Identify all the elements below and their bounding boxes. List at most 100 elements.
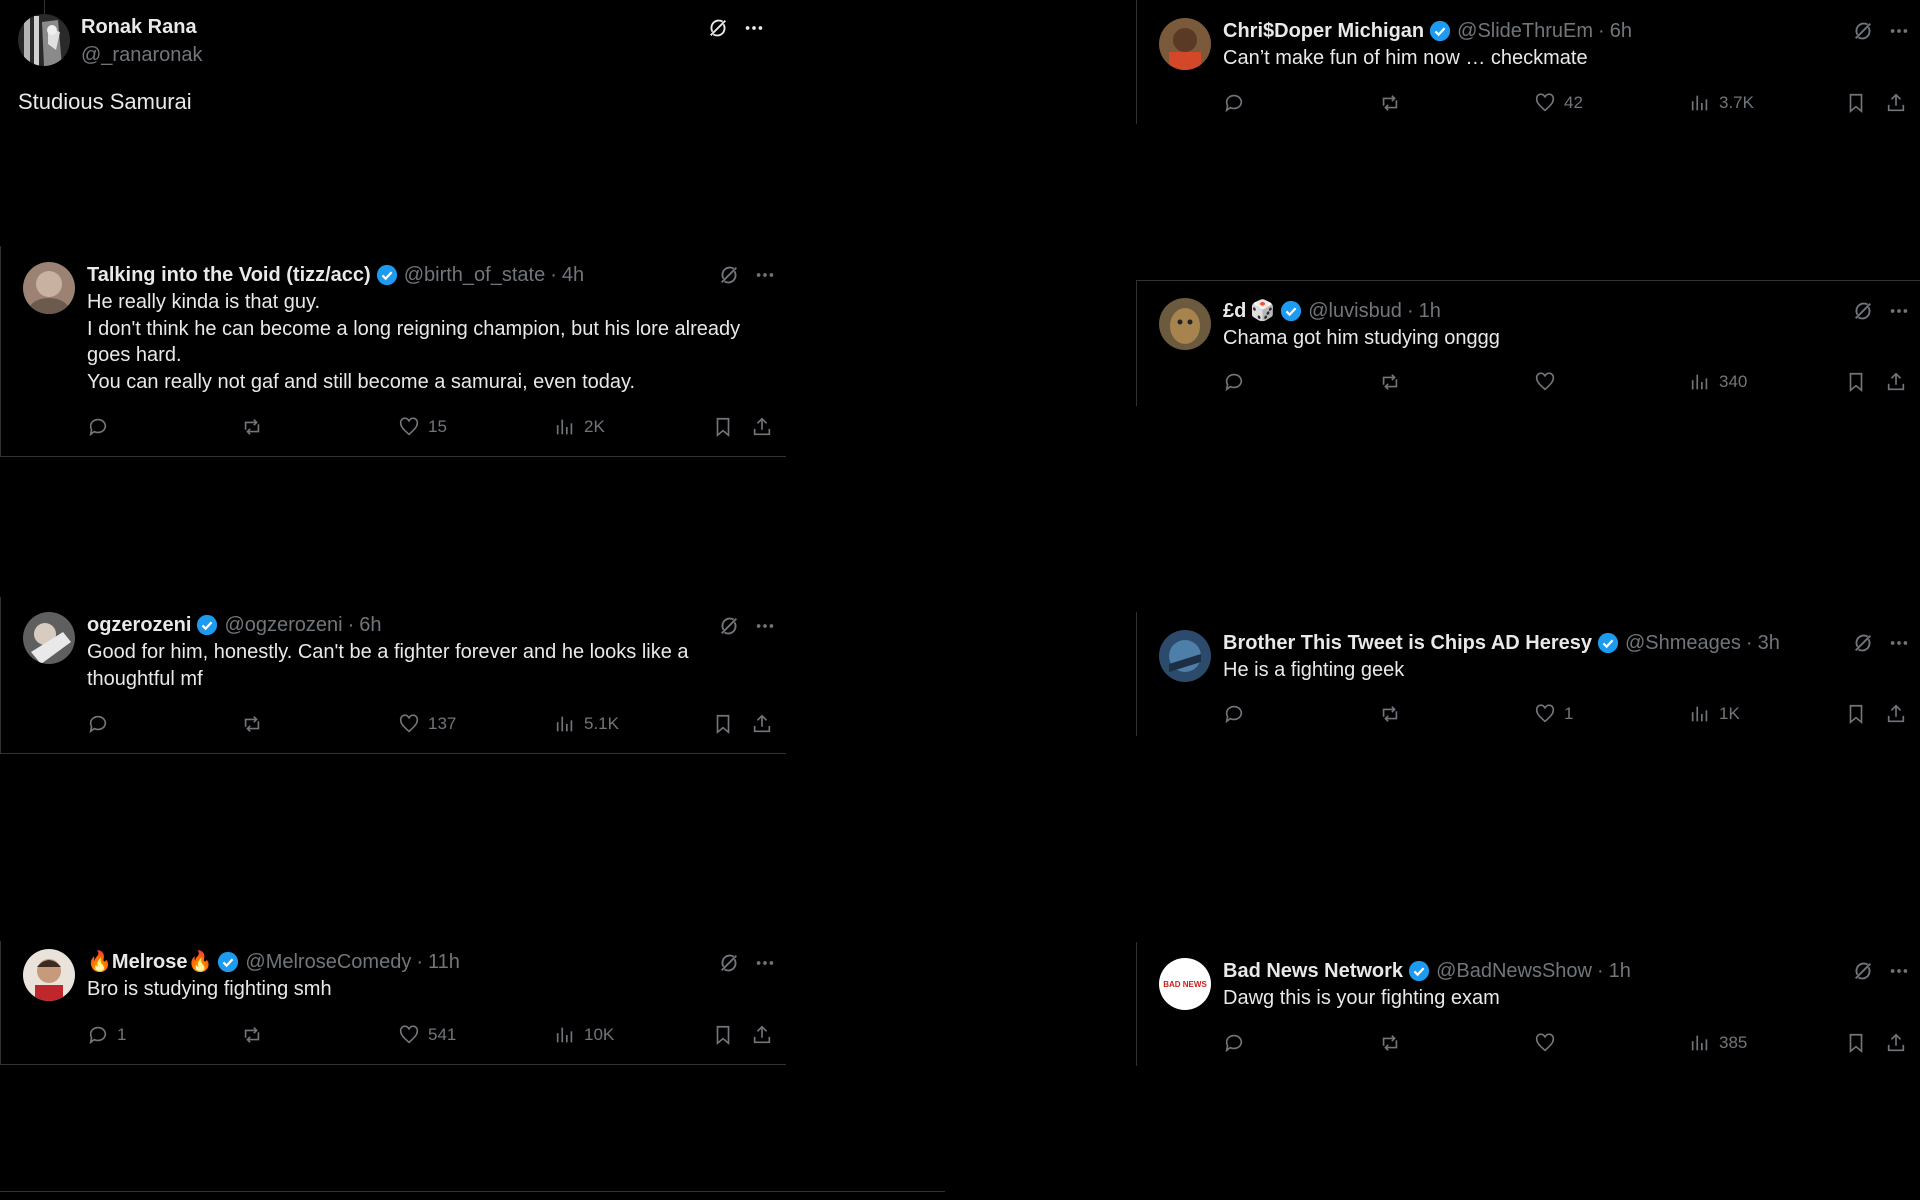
reply-button[interactable] [1223, 369, 1253, 395]
grok-icon[interactable] [1852, 960, 1874, 982]
author-handle[interactable]: @SlideThruEm [1457, 19, 1593, 43]
avatar[interactable] [23, 262, 75, 314]
more-icon[interactable] [754, 615, 776, 637]
reply-button[interactable] [87, 711, 117, 737]
bookmark-button[interactable] [1845, 701, 1867, 727]
grok-icon[interactable] [1852, 20, 1874, 42]
more-icon[interactable] [1888, 300, 1910, 322]
share-button[interactable] [751, 1022, 773, 1048]
bookmark-button[interactable] [712, 414, 734, 440]
avatar[interactable] [1159, 630, 1211, 682]
avatar[interactable] [23, 949, 75, 1001]
post-time[interactable]: 1h [1419, 299, 1441, 323]
repost-button[interactable] [1379, 90, 1409, 116]
share-button[interactable] [751, 711, 773, 737]
like-button[interactable]: 541 [398, 1022, 456, 1048]
action-bar: 340 [1223, 369, 1913, 395]
reply-tweet[interactable]: Talking into the Void (tizz/acc) @birth_… [0, 246, 786, 457]
bookmark-button[interactable] [1845, 369, 1867, 395]
reply-tweet[interactable]: Chri$Doper Michigan @SlideThruEm · 6h Ca… [1136, 0, 1920, 124]
reply-button[interactable]: 1 [87, 1022, 126, 1048]
more-icon[interactable] [743, 17, 765, 39]
reply-tweet[interactable]: ogzerozeni @ogzerozeni · 6h Good for him… [0, 597, 786, 754]
bookmark-button[interactable] [712, 711, 734, 737]
share-button[interactable] [1885, 701, 1907, 727]
views-button[interactable]: 3.7K [1689, 90, 1754, 116]
views-button[interactable]: 10K [554, 1022, 614, 1048]
share-button[interactable] [1885, 1030, 1907, 1056]
grok-icon[interactable] [718, 615, 740, 637]
author-handle[interactable]: @MelroseComedy [245, 950, 411, 974]
avatar[interactable]: BAD NEWS [1159, 958, 1211, 1010]
post-time[interactable]: 4h [562, 263, 584, 287]
avatar[interactable] [18, 14, 70, 66]
repost-button[interactable] [241, 414, 271, 440]
share-button[interactable] [1885, 369, 1907, 395]
post-time[interactable]: 1h [1609, 959, 1631, 983]
grok-icon[interactable] [1852, 300, 1874, 322]
reply-tweet[interactable]: 🔥Melrose🔥 @MelroseComedy · 11h Bro is st… [0, 941, 786, 1065]
repost-button[interactable] [1379, 1030, 1409, 1056]
author-name[interactable]: ogzerozeni [87, 613, 191, 637]
author-name[interactable]: Ronak Rana [81, 15, 197, 39]
author-handle[interactable]: @ogzerozeni [224, 613, 342, 637]
post-time[interactable]: 6h [359, 613, 381, 637]
author-handle[interactable]: @_ranaronak [81, 43, 202, 67]
more-icon[interactable] [1888, 632, 1910, 654]
views-button[interactable]: 5.1K [554, 711, 619, 737]
avatar[interactable] [1159, 18, 1211, 70]
author-name[interactable]: Talking into the Void (tizz/acc) [87, 263, 371, 287]
grok-icon[interactable] [718, 264, 740, 286]
reply-button[interactable] [1223, 701, 1253, 727]
post-text-line: Can’t make fun of him now … checkmate [1223, 47, 1588, 69]
repost-button[interactable] [1379, 701, 1409, 727]
like-button[interactable]: 15 [398, 414, 447, 440]
author-name-row[interactable]: 🔥Melrose🔥 [87, 950, 212, 974]
share-button[interactable] [1885, 90, 1907, 116]
like-count: 541 [428, 1025, 457, 1044]
repost-button[interactable] [241, 1022, 271, 1048]
views-button[interactable]: 1K [1689, 701, 1740, 727]
views-button[interactable]: 385 [1689, 1030, 1747, 1056]
like-button[interactable] [1534, 1030, 1564, 1056]
reply-tweet[interactable]: Brother This Tweet is Chips AD Heresy @S… [1136, 612, 1920, 736]
more-icon[interactable] [1888, 960, 1910, 982]
bookmark-button[interactable] [1845, 1030, 1867, 1056]
reply-button[interactable] [1223, 1030, 1253, 1056]
grok-icon[interactable] [707, 17, 729, 39]
avatar[interactable] [23, 612, 75, 664]
author-handle[interactable]: @BadNewsShow [1436, 959, 1592, 983]
post-time[interactable]: 6h [1610, 19, 1632, 43]
like-button[interactable]: 42 [1534, 90, 1583, 116]
author-handle[interactable]: @Shmeages [1625, 631, 1741, 655]
author-name[interactable]: £d [1223, 299, 1246, 323]
post-time[interactable]: 3h [1758, 631, 1780, 655]
repost-button[interactable] [1379, 369, 1409, 395]
grok-icon[interactable] [718, 952, 740, 974]
like-button[interactable]: 1 [1534, 701, 1573, 727]
author-name[interactable]: Bad News Network [1223, 959, 1403, 983]
views-button[interactable]: 2K [554, 414, 605, 440]
bookmark-button[interactable] [712, 1022, 734, 1048]
more-icon[interactable] [1888, 20, 1910, 42]
author-handle[interactable]: @luvisbud [1308, 299, 1402, 323]
author-name[interactable]: Chri$Doper Michigan [1223, 19, 1424, 43]
reply-button[interactable] [87, 414, 117, 440]
repost-button[interactable] [241, 711, 271, 737]
reply-button[interactable] [1223, 90, 1253, 116]
grok-icon[interactable] [1852, 632, 1874, 654]
post-time[interactable]: 11h [428, 950, 460, 974]
reply-tweet[interactable]: £d 🎲 @luvisbud · 1h Chama got him studyi… [1136, 280, 1920, 406]
author-handle[interactable]: @birth_of_state [404, 263, 546, 287]
like-button[interactable]: 137 [398, 711, 456, 737]
views-button[interactable]: 340 [1689, 369, 1747, 395]
like-button[interactable] [1534, 369, 1564, 395]
reply-tweet[interactable]: BAD NEWS Bad News Network @BadNewsShow ·… [1136, 942, 1920, 1066]
main-post[interactable]: Ronak Rana @_ranaronak Studious Samurai [0, 0, 790, 130]
more-icon[interactable] [754, 264, 776, 286]
share-button[interactable] [751, 414, 773, 440]
bookmark-button[interactable] [1845, 90, 1867, 116]
more-icon[interactable] [754, 952, 776, 974]
author-name[interactable]: Brother This Tweet is Chips AD Heresy [1223, 631, 1592, 655]
avatar[interactable] [1159, 298, 1211, 350]
